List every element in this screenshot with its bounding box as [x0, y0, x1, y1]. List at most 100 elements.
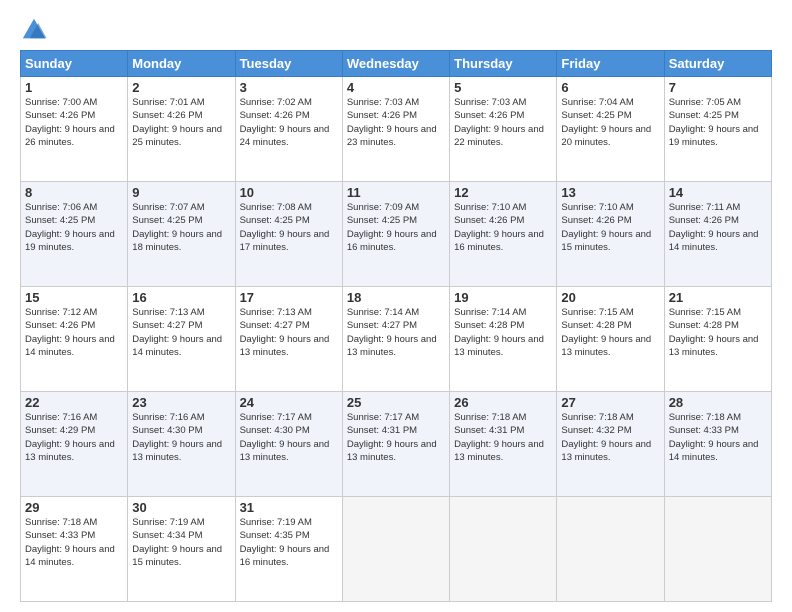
day-number: 11 — [347, 185, 445, 200]
weekday-header: Sunday — [21, 51, 128, 77]
calendar-cell: 7Sunrise: 7:05 AMSunset: 4:25 PMDaylight… — [664, 77, 771, 182]
weekday-header: Wednesday — [342, 51, 449, 77]
calendar-cell: 27Sunrise: 7:18 AMSunset: 4:32 PMDayligh… — [557, 392, 664, 497]
day-number: 21 — [669, 290, 767, 305]
calendar-table: SundayMondayTuesdayWednesdayThursdayFrid… — [20, 50, 772, 602]
calendar-cell: 1Sunrise: 7:00 AMSunset: 4:26 PMDaylight… — [21, 77, 128, 182]
calendar-week-row: 22Sunrise: 7:16 AMSunset: 4:29 PMDayligh… — [21, 392, 772, 497]
day-info: Sunrise: 7:10 AMSunset: 4:26 PMDaylight:… — [561, 201, 659, 254]
day-info: Sunrise: 7:16 AMSunset: 4:29 PMDaylight:… — [25, 411, 123, 464]
day-number: 2 — [132, 80, 230, 95]
day-info: Sunrise: 7:16 AMSunset: 4:30 PMDaylight:… — [132, 411, 230, 464]
calendar-cell: 21Sunrise: 7:15 AMSunset: 4:28 PMDayligh… — [664, 287, 771, 392]
day-number: 10 — [240, 185, 338, 200]
day-info: Sunrise: 7:05 AMSunset: 4:25 PMDaylight:… — [669, 96, 767, 149]
weekday-header: Monday — [128, 51, 235, 77]
day-number: 30 — [132, 500, 230, 515]
calendar-week-row: 15Sunrise: 7:12 AMSunset: 4:26 PMDayligh… — [21, 287, 772, 392]
calendar-cell: 16Sunrise: 7:13 AMSunset: 4:27 PMDayligh… — [128, 287, 235, 392]
day-info: Sunrise: 7:12 AMSunset: 4:26 PMDaylight:… — [25, 306, 123, 359]
day-info: Sunrise: 7:18 AMSunset: 4:33 PMDaylight:… — [669, 411, 767, 464]
calendar-cell: 28Sunrise: 7:18 AMSunset: 4:33 PMDayligh… — [664, 392, 771, 497]
day-number: 29 — [25, 500, 123, 515]
day-number: 17 — [240, 290, 338, 305]
calendar-cell: 19Sunrise: 7:14 AMSunset: 4:28 PMDayligh… — [450, 287, 557, 392]
page: SundayMondayTuesdayWednesdayThursdayFrid… — [0, 0, 792, 612]
day-number: 23 — [132, 395, 230, 410]
calendar-cell: 17Sunrise: 7:13 AMSunset: 4:27 PMDayligh… — [235, 287, 342, 392]
logo — [20, 16, 52, 44]
day-info: Sunrise: 7:03 AMSunset: 4:26 PMDaylight:… — [454, 96, 552, 149]
day-info: Sunrise: 7:18 AMSunset: 4:32 PMDaylight:… — [561, 411, 659, 464]
calendar-cell — [664, 497, 771, 602]
day-info: Sunrise: 7:07 AMSunset: 4:25 PMDaylight:… — [132, 201, 230, 254]
day-info: Sunrise: 7:04 AMSunset: 4:25 PMDaylight:… — [561, 96, 659, 149]
calendar-cell: 13Sunrise: 7:10 AMSunset: 4:26 PMDayligh… — [557, 182, 664, 287]
calendar-week-row: 1Sunrise: 7:00 AMSunset: 4:26 PMDaylight… — [21, 77, 772, 182]
calendar-cell: 25Sunrise: 7:17 AMSunset: 4:31 PMDayligh… — [342, 392, 449, 497]
calendar-cell: 12Sunrise: 7:10 AMSunset: 4:26 PMDayligh… — [450, 182, 557, 287]
calendar-cell: 22Sunrise: 7:16 AMSunset: 4:29 PMDayligh… — [21, 392, 128, 497]
calendar-cell: 9Sunrise: 7:07 AMSunset: 4:25 PMDaylight… — [128, 182, 235, 287]
day-number: 19 — [454, 290, 552, 305]
calendar-cell: 15Sunrise: 7:12 AMSunset: 4:26 PMDayligh… — [21, 287, 128, 392]
day-info: Sunrise: 7:11 AMSunset: 4:26 PMDaylight:… — [669, 201, 767, 254]
calendar-cell: 20Sunrise: 7:15 AMSunset: 4:28 PMDayligh… — [557, 287, 664, 392]
day-info: Sunrise: 7:13 AMSunset: 4:27 PMDaylight:… — [132, 306, 230, 359]
day-number: 3 — [240, 80, 338, 95]
day-info: Sunrise: 7:18 AMSunset: 4:33 PMDaylight:… — [25, 516, 123, 569]
day-number: 26 — [454, 395, 552, 410]
day-info: Sunrise: 7:13 AMSunset: 4:27 PMDaylight:… — [240, 306, 338, 359]
day-number: 4 — [347, 80, 445, 95]
calendar-cell: 29Sunrise: 7:18 AMSunset: 4:33 PMDayligh… — [21, 497, 128, 602]
calendar-cell — [557, 497, 664, 602]
calendar-header-row: SundayMondayTuesdayWednesdayThursdayFrid… — [21, 51, 772, 77]
logo-icon — [20, 16, 48, 44]
day-number: 28 — [669, 395, 767, 410]
day-number: 5 — [454, 80, 552, 95]
day-number: 24 — [240, 395, 338, 410]
day-info: Sunrise: 7:00 AMSunset: 4:26 PMDaylight:… — [25, 96, 123, 149]
calendar-cell: 2Sunrise: 7:01 AMSunset: 4:26 PMDaylight… — [128, 77, 235, 182]
day-number: 13 — [561, 185, 659, 200]
day-number: 18 — [347, 290, 445, 305]
calendar-cell — [342, 497, 449, 602]
calendar-cell: 11Sunrise: 7:09 AMSunset: 4:25 PMDayligh… — [342, 182, 449, 287]
day-info: Sunrise: 7:17 AMSunset: 4:31 PMDaylight:… — [347, 411, 445, 464]
calendar-cell: 3Sunrise: 7:02 AMSunset: 4:26 PMDaylight… — [235, 77, 342, 182]
calendar-week-row: 8Sunrise: 7:06 AMSunset: 4:25 PMDaylight… — [21, 182, 772, 287]
calendar-cell: 30Sunrise: 7:19 AMSunset: 4:34 PMDayligh… — [128, 497, 235, 602]
day-number: 25 — [347, 395, 445, 410]
calendar-cell: 23Sunrise: 7:16 AMSunset: 4:30 PMDayligh… — [128, 392, 235, 497]
calendar-cell: 24Sunrise: 7:17 AMSunset: 4:30 PMDayligh… — [235, 392, 342, 497]
calendar-cell: 26Sunrise: 7:18 AMSunset: 4:31 PMDayligh… — [450, 392, 557, 497]
day-info: Sunrise: 7:03 AMSunset: 4:26 PMDaylight:… — [347, 96, 445, 149]
calendar-cell: 14Sunrise: 7:11 AMSunset: 4:26 PMDayligh… — [664, 182, 771, 287]
day-info: Sunrise: 7:15 AMSunset: 4:28 PMDaylight:… — [669, 306, 767, 359]
calendar-cell: 4Sunrise: 7:03 AMSunset: 4:26 PMDaylight… — [342, 77, 449, 182]
calendar-cell: 31Sunrise: 7:19 AMSunset: 4:35 PMDayligh… — [235, 497, 342, 602]
day-number: 9 — [132, 185, 230, 200]
calendar-cell: 5Sunrise: 7:03 AMSunset: 4:26 PMDaylight… — [450, 77, 557, 182]
day-info: Sunrise: 7:18 AMSunset: 4:31 PMDaylight:… — [454, 411, 552, 464]
day-info: Sunrise: 7:14 AMSunset: 4:28 PMDaylight:… — [454, 306, 552, 359]
day-number: 16 — [132, 290, 230, 305]
calendar-cell: 10Sunrise: 7:08 AMSunset: 4:25 PMDayligh… — [235, 182, 342, 287]
weekday-header: Thursday — [450, 51, 557, 77]
day-info: Sunrise: 7:02 AMSunset: 4:26 PMDaylight:… — [240, 96, 338, 149]
day-number: 6 — [561, 80, 659, 95]
day-number: 1 — [25, 80, 123, 95]
day-info: Sunrise: 7:19 AMSunset: 4:35 PMDaylight:… — [240, 516, 338, 569]
day-number: 20 — [561, 290, 659, 305]
day-info: Sunrise: 7:08 AMSunset: 4:25 PMDaylight:… — [240, 201, 338, 254]
calendar-cell — [450, 497, 557, 602]
day-info: Sunrise: 7:17 AMSunset: 4:30 PMDaylight:… — [240, 411, 338, 464]
day-info: Sunrise: 7:19 AMSunset: 4:34 PMDaylight:… — [132, 516, 230, 569]
day-info: Sunrise: 7:14 AMSunset: 4:27 PMDaylight:… — [347, 306, 445, 359]
day-info: Sunrise: 7:15 AMSunset: 4:28 PMDaylight:… — [561, 306, 659, 359]
day-info: Sunrise: 7:10 AMSunset: 4:26 PMDaylight:… — [454, 201, 552, 254]
calendar-cell: 18Sunrise: 7:14 AMSunset: 4:27 PMDayligh… — [342, 287, 449, 392]
weekday-header: Tuesday — [235, 51, 342, 77]
calendar-cell: 8Sunrise: 7:06 AMSunset: 4:25 PMDaylight… — [21, 182, 128, 287]
weekday-header: Saturday — [664, 51, 771, 77]
